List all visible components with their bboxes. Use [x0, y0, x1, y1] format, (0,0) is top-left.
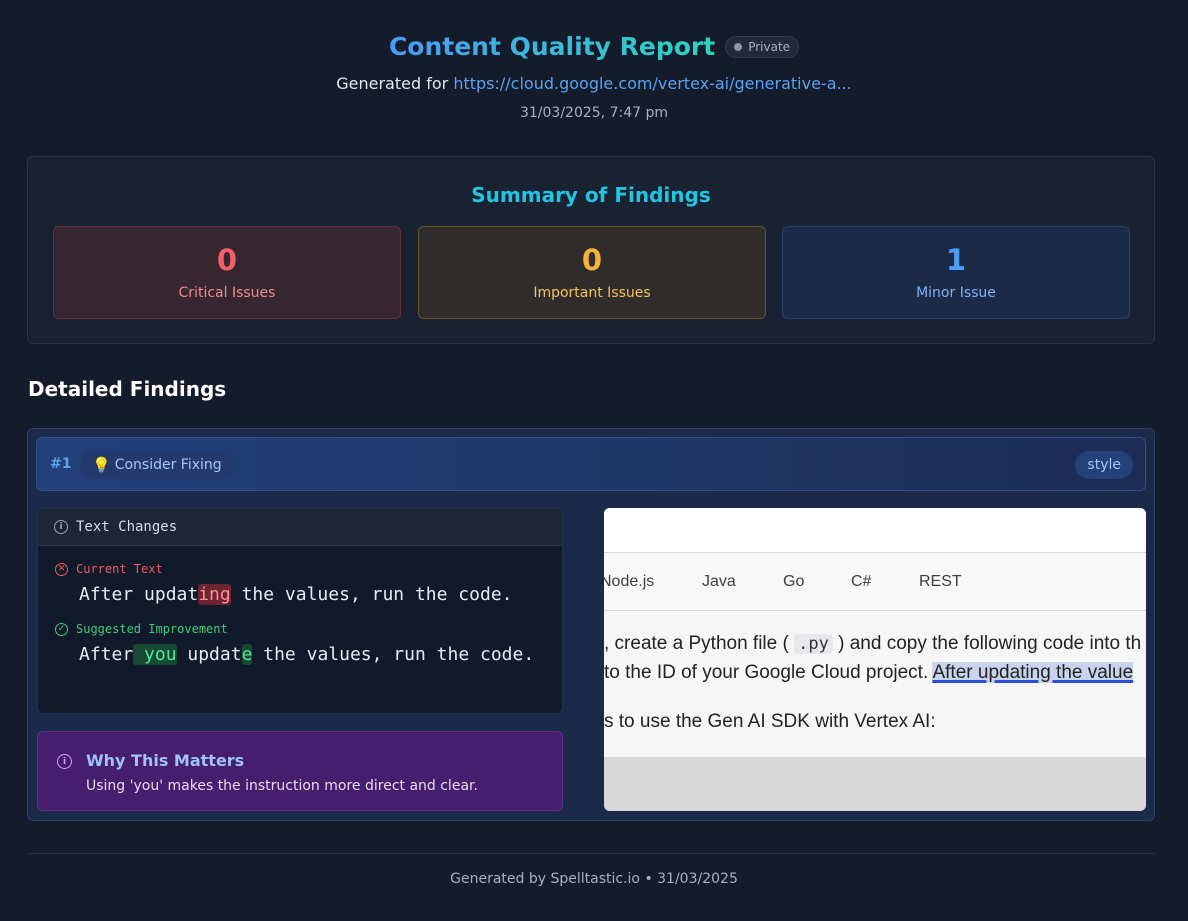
summary-title: Summary of Findings: [471, 183, 711, 207]
screenshot-tab: REST: [919, 573, 962, 590]
summary-panel: Summary of Findings 0 Critical Issues 0 …: [27, 156, 1155, 344]
privacy-badge: Private: [725, 35, 800, 58]
privacy-badge-label: Private: [748, 39, 791, 54]
text-changes-header: i Text Changes: [38, 509, 562, 546]
why-title: Why This Matters: [86, 751, 245, 770]
info-icon: i: [54, 520, 68, 534]
context-screenshot: Node.js Java Go C# REST , create a Pytho…: [604, 508, 1146, 811]
generated-prefix: Generated for: [336, 74, 454, 93]
source-url-link[interactable]: https://cloud.google.com/vertex-ai/gener…: [453, 74, 851, 93]
screenshot-language-tabs: Node.js Java Go C# REST: [604, 553, 1146, 611]
footer: Generated by Spelltastic.io • 31/03/2025: [450, 871, 738, 887]
finding-header: #1 💡 Consider Fixing style: [36, 437, 1146, 491]
screenshot-text: ) and copy the following code into th: [838, 633, 1142, 654]
why-text: Using 'you' makes the instruction more d…: [86, 778, 478, 794]
inserted-text: you: [133, 644, 177, 665]
screenshot-line: to the ID of your Google Cloud project. …: [604, 662, 1134, 684]
deleted-text: ing: [198, 584, 231, 605]
screenshot-text: to the ID of your Google Cloud project.: [604, 662, 933, 683]
screenshot-body: , create a Python file ( .py ) and copy …: [604, 611, 1146, 757]
inserted-text: e: [241, 644, 253, 665]
current-text-segment: After updat: [79, 584, 199, 605]
screenshot-tab: Java: [702, 573, 736, 590]
finding-number: #1: [50, 456, 72, 472]
why-this-matters-panel: i Why This Matters Using 'you' makes the…: [37, 731, 563, 811]
text-changes-panel: i Text Changes ✕ Current Text After upda…: [37, 508, 563, 714]
check-circle-icon: ✓: [55, 622, 68, 636]
screenshot-tab: Node.js: [604, 573, 655, 590]
category-tag: style: [1075, 451, 1133, 479]
minor-count: 1: [945, 243, 967, 277]
x-circle-icon: ✕: [55, 562, 68, 576]
critical-label: Critical Issues: [178, 285, 276, 301]
screenshot-tab: Go: [783, 573, 805, 590]
screenshot-highlight: After updating the value: [932, 662, 1134, 683]
minor-issues-card: 1 Minor Issue: [782, 226, 1130, 319]
important-issues-card: 0 Important Issues: [418, 226, 766, 319]
text-changes-title: Text Changes: [76, 519, 178, 535]
screenshot-code: .py: [794, 634, 833, 654]
current-text: After updating the values, run the code.: [79, 581, 539, 609]
suggested-text-segment: updat: [176, 644, 242, 665]
page-title: Content Quality Report: [388, 32, 716, 61]
footer-divider: [28, 853, 1155, 854]
status-dot-icon: [734, 42, 743, 51]
suggested-text-segment: After: [79, 644, 134, 665]
suggested-text: After you update the values, run the cod…: [79, 641, 539, 669]
minor-label: Minor Issue: [916, 285, 996, 301]
screenshot-line: , create a Python file ( .py ) and copy …: [604, 633, 1141, 655]
suggested-label-row: ✓ Suggested Improvement: [55, 622, 228, 636]
critical-issues-card: 0 Critical Issues: [53, 226, 401, 319]
current-text-segment: the values, run the code.: [230, 584, 513, 605]
lightbulb-icon: 💡: [92, 456, 111, 474]
screenshot-line: s to use the Gen AI SDK with Vertex AI:: [604, 711, 936, 732]
important-count: 0: [581, 243, 603, 277]
suggested-label: Suggested Improvement: [76, 622, 228, 636]
info-icon: i: [57, 754, 72, 769]
title-row: Content Quality Report Private: [0, 32, 1188, 61]
screenshot-top-bar: [604, 508, 1146, 553]
critical-count: 0: [216, 243, 238, 277]
screenshot-text: , create a Python file (: [604, 633, 789, 654]
severity-label: Consider Fixing: [114, 457, 222, 473]
generated-for: Generated for https://cloud.google.com/v…: [0, 74, 1188, 93]
current-text-label: Current Text: [76, 562, 163, 576]
suggested-text-segment: the values, run the code.: [252, 644, 535, 665]
current-text-label-row: ✕ Current Text: [55, 562, 163, 576]
screenshot-tab: C#: [851, 573, 872, 590]
report-date: 31/03/2025, 7:47 pm: [519, 105, 668, 121]
detailed-findings-title: Detailed Findings: [28, 377, 227, 401]
severity-pill: 💡 Consider Fixing: [80, 451, 234, 479]
screenshot-bottom-bar: [604, 757, 1146, 811]
important-label: Important Issues: [533, 285, 651, 301]
finding-card: #1 💡 Consider Fixing style i Text Change…: [27, 428, 1155, 821]
